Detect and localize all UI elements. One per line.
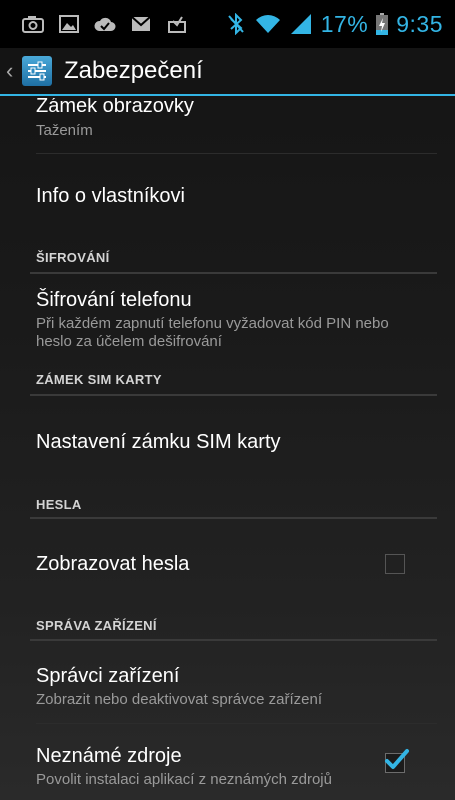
action-bar: ‹ Zabezpečení <box>0 48 455 96</box>
settings-app-icon[interactable] <box>22 56 52 86</box>
unknown-sources-item[interactable]: Neznámé zdroje Povolit instalaci aplikac… <box>36 744 437 789</box>
screen-lock-title: Zámek obrazovky <box>36 98 194 117</box>
screen-lock-summary: Tažením <box>36 122 93 139</box>
checkmark-icon <box>385 749 409 769</box>
divider <box>36 153 437 154</box>
clock: 9:35 <box>396 10 443 37</box>
system-icons: 17% 9:35 <box>225 11 455 38</box>
section-header-passwords: HESLA <box>36 497 82 512</box>
settings-list[interactable]: Zámek obrazovky Tažením Info o vlastníko… <box>0 98 455 800</box>
sync-icon <box>94 14 116 34</box>
section-divider <box>30 639 437 641</box>
sim-lock-title: Nastavení zámku SIM karty <box>36 431 281 453</box>
divider <box>36 723 437 724</box>
unknown-sources-summary: Povolit instalaci aplikací z neznámých z… <box>36 771 332 788</box>
show-passwords-title: Zobrazovat hesla <box>36 553 190 575</box>
phone-encryption-item[interactable]: Šifrování telefonu Při každém zapnutí te… <box>36 288 437 351</box>
signal-icon <box>289 14 313 34</box>
bluetooth-off-icon <box>225 13 247 35</box>
up-navigation-icon[interactable]: ‹ <box>6 60 20 82</box>
image-icon <box>58 14 80 34</box>
section-header-sim-lock: ZÁMEK SIM KARTY <box>36 372 162 387</box>
camera-icon <box>22 14 44 34</box>
section-divider <box>30 517 437 519</box>
unknown-sources-checkbox[interactable] <box>385 749 409 773</box>
device-admins-summary: Zobrazit nebo deaktivovat správce zaříze… <box>36 691 322 708</box>
phone-encryption-title: Šifrování telefonu <box>36 289 192 311</box>
sim-lock-item[interactable]: Nastavení zámku SIM karty <box>36 430 437 454</box>
screen: 17% 9:35 ‹ Zabezpečení Zámek obrazovky T… <box>0 0 455 800</box>
status-bar: 17% 9:35 <box>0 0 455 48</box>
battery-percent: 17% <box>320 10 369 37</box>
page-title: Zabezpečení <box>64 57 203 84</box>
show-passwords-checkbox[interactable] <box>385 554 405 574</box>
email-icon <box>130 14 152 34</box>
section-header-device-admin: SPRÁVA ZAŘÍZENÍ <box>36 618 157 633</box>
show-passwords-item[interactable]: Zobrazovat hesla <box>36 552 437 576</box>
section-header-encryption: ŠIFROVÁNÍ <box>36 250 110 265</box>
device-admins-item[interactable]: Správci zařízení Zobrazit nebo deaktivov… <box>36 664 437 709</box>
section-divider <box>30 272 437 274</box>
unknown-sources-title: Neznámé zdroje <box>36 745 182 767</box>
section-divider <box>30 394 437 396</box>
battery-icon <box>376 13 389 35</box>
notification-icons <box>0 14 188 34</box>
device-admins-title: Správci zařízení <box>36 665 180 687</box>
screen-lock-item[interactable]: Zámek obrazovky Tažením <box>36 98 437 140</box>
owner-info-item[interactable]: Info o vlastníkovi <box>36 184 437 208</box>
wifi-icon <box>255 14 281 34</box>
phone-encryption-summary: Při každém zapnutí telefonu vyžadovat kó… <box>36 315 389 350</box>
owner-info-title: Info o vlastníkovi <box>36 185 185 207</box>
download-icon <box>166 14 188 34</box>
